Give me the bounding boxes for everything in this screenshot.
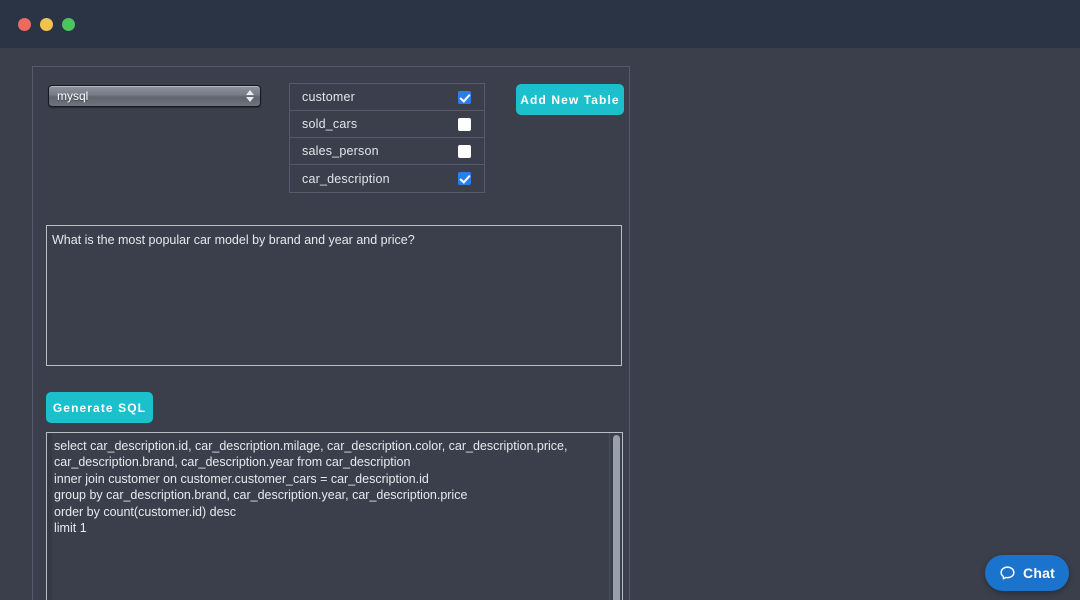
table-checkbox-sold-cars[interactable] <box>458 118 471 131</box>
window-titlebar <box>0 0 1080 48</box>
main-panel: mysql customer sold_cars sales_person <box>32 66 630 600</box>
close-window-button[interactable] <box>18 18 31 31</box>
add-new-table-button[interactable]: Add New Table <box>516 84 624 115</box>
question-input[interactable] <box>46 225 622 366</box>
sql-output-scrollbar-thumb[interactable] <box>613 435 620 600</box>
table-name-label: sold_cars <box>302 117 357 131</box>
sql-output-scrollbar[interactable] <box>609 433 622 600</box>
speech-bubble-icon <box>999 565 1016 582</box>
generate-sql-button[interactable]: Generate SQL <box>46 392 153 423</box>
app-body: mysql customer sold_cars sales_person <box>0 48 1080 600</box>
chat-widget-button[interactable]: Chat <box>985 555 1069 591</box>
minimize-window-button[interactable] <box>40 18 53 31</box>
chevron-up-icon <box>246 90 254 95</box>
table-list-item-car-description[interactable]: car_description <box>290 165 484 192</box>
maximize-window-button[interactable] <box>62 18 75 31</box>
table-list-item-sold-cars[interactable]: sold_cars <box>290 111 484 138</box>
chat-widget-label: Chat <box>1023 565 1055 581</box>
table-checkbox-customer[interactable] <box>458 91 471 104</box>
database-select-value: mysql <box>49 89 244 103</box>
chevron-down-icon <box>246 97 254 102</box>
table-list-item-customer[interactable]: customer <box>290 84 484 111</box>
table-name-label: car_description <box>302 172 390 186</box>
table-checkbox-sales-person[interactable] <box>458 145 471 158</box>
select-stepper-arrows-icon[interactable] <box>244 85 260 107</box>
table-list: customer sold_cars sales_person car_desc… <box>289 83 485 193</box>
sql-output-text: select car_description.id, car_descripti… <box>52 433 608 536</box>
table-name-label: customer <box>302 90 355 104</box>
table-list-item-sales-person[interactable]: sales_person <box>290 138 484 165</box>
top-controls-row: mysql customer sold_cars sales_person <box>33 67 631 207</box>
table-checkbox-car-description[interactable] <box>458 172 471 185</box>
sql-output-panel[interactable]: select car_description.id, car_descripti… <box>46 432 623 600</box>
database-select[interactable]: mysql <box>48 85 261 107</box>
table-name-label: sales_person <box>302 144 379 158</box>
